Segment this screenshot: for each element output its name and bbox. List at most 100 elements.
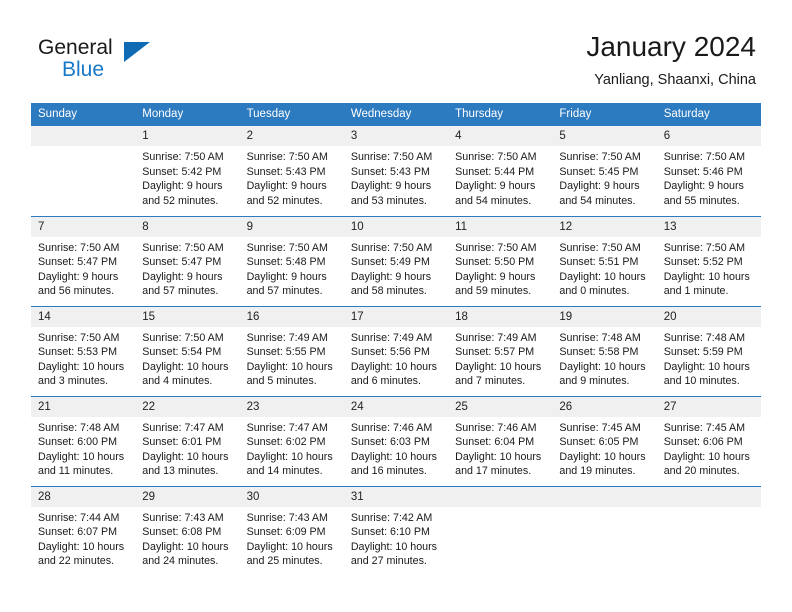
daylight-text-line1: Daylight: 9 hours [663, 180, 744, 193]
daylight-text-line2: and 9 minutes. [559, 375, 630, 388]
day-cell[interactable]: 22 Sunrise: 7:47 AM Sunset: 6:01 PM Dayl… [135, 395, 240, 486]
daylight-text-line2: and 7 minutes. [455, 375, 526, 388]
sunrise-text: Sunrise: 7:45 AM [559, 421, 641, 434]
day-number: 18 [448, 306, 553, 327]
day-cell[interactable]: 25 Sunrise: 7:46 AM Sunset: 6:04 PM Dayl… [448, 395, 553, 486]
day-cell[interactable]: 31 Sunrise: 7:42 AM Sunset: 6:10 PM Dayl… [343, 485, 449, 576]
day-info: Sunrise: 7:50 AM Sunset: 5:49 PM Dayligh… [344, 237, 448, 299]
day-cell[interactable]: 3 Sunrise: 7:50 AM Sunset: 5:43 PM Dayli… [343, 126, 449, 216]
day-cell[interactable]: 27 Sunrise: 7:45 AM Sunset: 6:06 PM Dayl… [656, 395, 761, 486]
day-cell[interactable]: 9 Sunrise: 7:50 AM Sunset: 5:48 PM Dayli… [239, 215, 344, 306]
weekday-header-monday: Monday [135, 103, 240, 126]
day-cell[interactable]: 11 Sunrise: 7:50 AM Sunset: 5:50 PM Dayl… [448, 215, 553, 306]
sunset-text: Sunset: 5:51 PM [559, 256, 639, 269]
day-number: 6 [656, 126, 761, 146]
sunset-text: Sunset: 5:45 PM [559, 165, 639, 178]
sunrise-text: Sunrise: 7:48 AM [38, 421, 120, 434]
page-header: General Blue January 2024 Yanliang, Shaa… [0, 0, 792, 100]
day-info: Sunrise: 7:50 AM Sunset: 5:46 PM Dayligh… [657, 146, 761, 208]
day-info: Sunrise: 7:42 AM Sunset: 6:10 PM Dayligh… [344, 507, 448, 569]
general-blue-logo[interactable]: General Blue [38, 36, 150, 84]
day-cell[interactable]: 20 Sunrise: 7:48 AM Sunset: 5:59 PM Dayl… [656, 305, 761, 396]
page-title: January 2024 [586, 31, 756, 62]
day-cell[interactable]: 23 Sunrise: 7:47 AM Sunset: 6:02 PM Dayl… [239, 395, 344, 486]
calendar-header-row: Sunday Monday Tuesday Wednesday Thursday… [31, 103, 761, 126]
sunrise-text: Sunrise: 7:46 AM [455, 421, 537, 434]
day-info: Sunrise: 7:50 AM Sunset: 5:48 PM Dayligh… [240, 237, 344, 299]
day-cell[interactable]: 26 Sunrise: 7:45 AM Sunset: 6:05 PM Dayl… [552, 395, 657, 486]
day-cell[interactable]: 8 Sunrise: 7:50 AM Sunset: 5:47 PM Dayli… [135, 215, 240, 306]
sunrise-text: Sunrise: 7:47 AM [246, 421, 328, 434]
day-info: Sunrise: 7:49 AM Sunset: 5:57 PM Dayligh… [448, 327, 552, 389]
day-cell[interactable]: 5 Sunrise: 7:50 AM Sunset: 5:45 PM Dayli… [552, 126, 657, 216]
day-cell[interactable]: 12 Sunrise: 7:50 AM Sunset: 5:51 PM Dayl… [552, 215, 657, 306]
day-cell[interactable]: 24 Sunrise: 7:46 AM Sunset: 6:03 PM Dayl… [343, 395, 449, 486]
sunrise-text: Sunrise: 7:43 AM [246, 511, 328, 524]
day-info: Sunrise: 7:50 AM Sunset: 5:44 PM Dayligh… [448, 146, 552, 208]
daylight-text-line1: Daylight: 10 hours [559, 270, 646, 283]
sunrise-text: Sunrise: 7:48 AM [663, 331, 746, 344]
sunset-text: Sunset: 6:10 PM [350, 526, 430, 539]
day-cell[interactable]: 13 Sunrise: 7:50 AM Sunset: 5:52 PM Dayl… [656, 215, 761, 306]
daylight-text-line1: Daylight: 10 hours [663, 360, 750, 373]
day-info: Sunrise: 7:50 AM Sunset: 5:47 PM Dayligh… [31, 237, 135, 299]
daylight-text-line1: Daylight: 10 hours [246, 450, 333, 463]
sunset-text: Sunset: 6:04 PM [455, 436, 535, 449]
daylight-text-line1: Daylight: 9 hours [455, 180, 536, 193]
daylight-text-line1: Daylight: 10 hours [663, 450, 750, 463]
day-info: Sunrise: 7:45 AM Sunset: 6:06 PM Dayligh… [657, 417, 761, 479]
day-number: 17 [343, 306, 449, 327]
day-cell[interactable]: 18 Sunrise: 7:49 AM Sunset: 5:57 PM Dayl… [448, 305, 553, 396]
day-info: Sunrise: 7:49 AM Sunset: 5:56 PM Dayligh… [344, 327, 448, 389]
sunrise-text: Sunrise: 7:49 AM [350, 331, 433, 344]
daylight-text-line2: and 57 minutes. [142, 285, 219, 298]
day-cell[interactable]: 15 Sunrise: 7:50 AM Sunset: 5:54 PM Dayl… [135, 305, 240, 396]
daylight-text-line1: Daylight: 9 hours [142, 180, 223, 193]
day-cell[interactable]: 1 Sunrise: 7:50 AM Sunset: 5:42 PM Dayli… [135, 126, 240, 216]
sunset-text: Sunset: 5:47 PM [38, 256, 118, 269]
day-cell[interactable]: 2 Sunrise: 7:50 AM Sunset: 5:43 PM Dayli… [239, 126, 344, 216]
day-number: 4 [448, 126, 553, 146]
day-cell[interactable]: 29 Sunrise: 7:43 AM Sunset: 6:08 PM Dayl… [135, 485, 240, 576]
day-cell[interactable]: 30 Sunrise: 7:43 AM Sunset: 6:09 PM Dayl… [239, 485, 344, 576]
daylight-text-line2: and 10 minutes. [663, 375, 740, 388]
day-cell[interactable]: 17 Sunrise: 7:49 AM Sunset: 5:56 PM Dayl… [343, 305, 449, 396]
day-number [448, 486, 553, 507]
sunset-text: Sunset: 5:44 PM [455, 165, 535, 178]
day-cell[interactable]: 6 Sunrise: 7:50 AM Sunset: 5:46 PM Dayli… [656, 126, 761, 216]
day-number: 16 [239, 306, 344, 327]
day-cell[interactable]: 10 Sunrise: 7:50 AM Sunset: 5:49 PM Dayl… [343, 215, 449, 306]
day-cell[interactable]: 4 Sunrise: 7:50 AM Sunset: 5:44 PM Dayli… [448, 126, 553, 216]
daylight-text-line1: Daylight: 10 hours [350, 540, 437, 553]
sunset-text: Sunset: 5:42 PM [142, 165, 222, 178]
daylight-text-line2: and 20 minutes. [663, 465, 740, 478]
sunrise-text: Sunrise: 7:50 AM [559, 241, 641, 254]
day-info: Sunrise: 7:50 AM Sunset: 5:47 PM Dayligh… [135, 237, 239, 299]
daylight-text-line2: and 59 minutes. [455, 285, 532, 298]
sunset-text: Sunset: 5:54 PM [142, 346, 222, 359]
daylight-text-line1: Daylight: 10 hours [38, 540, 125, 553]
daylight-text-line2: and 24 minutes. [142, 555, 219, 568]
day-number: 11 [448, 216, 553, 237]
day-cell[interactable]: 16 Sunrise: 7:49 AM Sunset: 5:55 PM Dayl… [239, 305, 344, 396]
day-cell[interactable]: 14 Sunrise: 7:50 AM Sunset: 5:53 PM Dayl… [31, 305, 136, 396]
daylight-text-line1: Daylight: 9 hours [142, 270, 223, 283]
sunrise-text: Sunrise: 7:47 AM [142, 421, 224, 434]
day-info: Sunrise: 7:46 AM Sunset: 6:03 PM Dayligh… [344, 417, 448, 479]
day-number: 25 [448, 396, 553, 417]
calendar-week-row: 21 Sunrise: 7:48 AM Sunset: 6:00 PM Dayl… [31, 395, 761, 486]
day-cell[interactable]: 28 Sunrise: 7:44 AM Sunset: 6:07 PM Dayl… [31, 485, 136, 576]
day-number: 26 [552, 396, 657, 417]
sunrise-text: Sunrise: 7:49 AM [246, 331, 328, 344]
day-cell[interactable]: 21 Sunrise: 7:48 AM Sunset: 6:00 PM Dayl… [31, 395, 136, 486]
day-cell[interactable]: 19 Sunrise: 7:48 AM Sunset: 5:58 PM Dayl… [552, 305, 657, 396]
calendar-body: 1 Sunrise: 7:50 AM Sunset: 5:42 PM Dayli… [31, 126, 761, 576]
daylight-text-line1: Daylight: 9 hours [246, 270, 327, 283]
day-info: Sunrise: 7:50 AM Sunset: 5:43 PM Dayligh… [240, 146, 344, 208]
day-cell[interactable]: 7 Sunrise: 7:50 AM Sunset: 5:47 PM Dayli… [31, 215, 136, 306]
day-cell [552, 485, 657, 576]
sunrise-text: Sunrise: 7:50 AM [455, 151, 537, 163]
day-info: Sunrise: 7:48 AM Sunset: 5:58 PM Dayligh… [552, 327, 656, 389]
daylight-text-line2: and 11 minutes. [38, 465, 114, 478]
daylight-text-line2: and 14 minutes. [246, 465, 323, 478]
